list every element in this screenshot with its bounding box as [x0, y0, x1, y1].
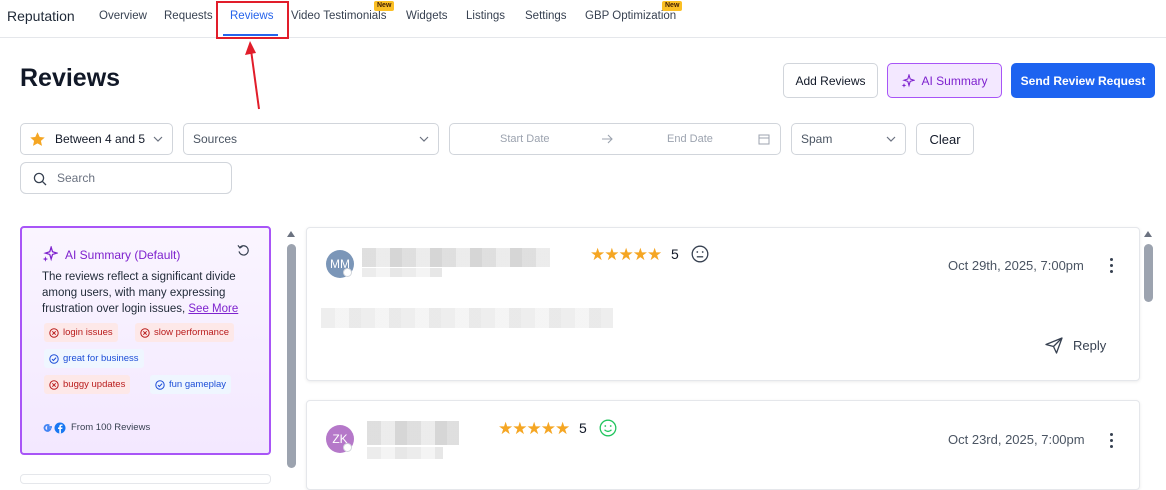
- tag-label: buggy updates: [63, 379, 126, 390]
- source-badge-icon: [343, 268, 352, 277]
- review-date: Oct 23rd, 2025, 7:00pm: [948, 432, 1085, 447]
- check-circle-icon: [155, 379, 165, 390]
- search-input[interactable]: [57, 171, 217, 185]
- tag-label: login issues: [63, 327, 113, 338]
- spam-filter-dropdown[interactable]: Spam: [791, 123, 906, 155]
- rating-value: 5: [671, 246, 679, 262]
- calendar-icon: [758, 134, 770, 145]
- tag-chip[interactable]: great for business: [44, 349, 144, 368]
- reply-button[interactable]: Reply: [1045, 337, 1106, 354]
- page-title: Reviews: [20, 64, 121, 92]
- review-card: MM ★★★★★ 5 Oct 29th, 2025, 7:00pm Reply: [306, 227, 1140, 381]
- search-box: [20, 162, 232, 194]
- ai-summary-button-label: AI Summary: [921, 73, 988, 88]
- chevron-down-icon: [153, 136, 163, 142]
- tab-widgets[interactable]: Widgets: [406, 10, 448, 22]
- reviewer-subtitle-redacted: [367, 447, 443, 459]
- tab-listings[interactable]: Listings: [466, 10, 505, 22]
- star-icon: [30, 132, 45, 146]
- tag-chip[interactable]: fun gameplay: [150, 375, 232, 394]
- clear-filters-button[interactable]: Clear: [916, 123, 974, 155]
- review-text-redacted: [321, 308, 613, 328]
- more-options-icon[interactable]: [1110, 433, 1114, 451]
- scroll-up-icon[interactable]: [286, 230, 296, 238]
- ai-summary-text: The reviews reflect a significant divide…: [42, 269, 254, 317]
- top-navigation: Reputation Overview Requests Reviews Vid…: [0, 0, 1166, 38]
- next-summary-card: [20, 474, 271, 484]
- send-icon: [1045, 337, 1063, 354]
- smile-face-icon: [599, 419, 617, 437]
- scroll-up-icon[interactable]: [1143, 230, 1153, 238]
- tag-chip[interactable]: buggy updates: [44, 375, 131, 394]
- right-scrollbar-thumb[interactable]: [1144, 244, 1153, 302]
- ai-summary-card: AI Summary (Default) The reviews reflect…: [20, 226, 271, 455]
- chevron-down-icon: [886, 136, 896, 142]
- sparkle-icon: [902, 73, 916, 88]
- sparkle-icon: [42, 246, 58, 262]
- add-reviews-button[interactable]: Add Reviews: [783, 63, 878, 98]
- neutral-face-icon: [691, 245, 709, 263]
- reviewer-name-redacted: [367, 421, 459, 445]
- x-circle-icon: [49, 379, 59, 390]
- send-review-request-button[interactable]: Send Review Request: [1011, 63, 1155, 98]
- arrow-right-icon: [602, 134, 613, 144]
- google-facebook-icon: [43, 422, 66, 434]
- chevron-down-icon: [419, 136, 429, 142]
- x-circle-icon: [49, 327, 59, 338]
- tab-overview[interactable]: Overview: [99, 10, 147, 22]
- tab-settings[interactable]: Settings: [525, 10, 567, 22]
- see-more-link[interactable]: See More: [188, 303, 238, 315]
- left-scrollbar-thumb[interactable]: [287, 244, 296, 468]
- annotation-highlight-box: [216, 1, 289, 39]
- check-circle-icon: [49, 353, 59, 364]
- end-date-placeholder: End Date: [667, 133, 713, 145]
- review-date: Oct 29th, 2025, 7:00pm: [948, 258, 1084, 273]
- more-options-icon[interactable]: [1110, 258, 1114, 276]
- tab-requests[interactable]: Requests: [164, 10, 213, 22]
- tag-label: great for business: [63, 353, 139, 364]
- search-icon: [33, 172, 47, 186]
- new-badge-video-testimonials: New: [374, 1, 395, 11]
- x-circle-icon: [140, 327, 150, 338]
- start-date-placeholder: Start Date: [500, 133, 550, 145]
- reply-button-label: Reply: [1073, 338, 1107, 353]
- spam-filter-value: Spam: [801, 132, 833, 146]
- star-rating: ★★★★★: [498, 419, 570, 438]
- ai-summary-footer: From 100 Reviews: [71, 422, 151, 433]
- source-badge-icon: [343, 443, 352, 452]
- brand-title: Reputation: [7, 8, 75, 24]
- ai-summary-button[interactable]: AI Summary: [887, 63, 1002, 98]
- tab-video-testimonials[interactable]: Video Testimonials: [291, 10, 386, 22]
- tag-label: slow performance: [154, 327, 229, 338]
- rating-filter-value: Between 4 and 5: [55, 132, 146, 146]
- annotation-arrow: [245, 41, 260, 110]
- ai-summary-card-title: AI Summary (Default): [65, 248, 181, 262]
- sources-filter-dropdown[interactable]: Sources: [183, 123, 439, 155]
- reviewer-subtitle-redacted: [362, 268, 442, 277]
- rating-value: 5: [579, 420, 587, 436]
- refresh-icon[interactable]: [237, 244, 250, 257]
- reviewer-name-redacted: [362, 248, 550, 267]
- star-rating: ★★★★★: [590, 245, 662, 264]
- tag-label: fun gameplay: [169, 379, 227, 390]
- sources-filter-placeholder: Sources: [193, 132, 238, 146]
- tag-chip[interactable]: login issues: [44, 323, 118, 342]
- tab-gbp-optimization[interactable]: GBP Optimization: [585, 10, 676, 22]
- rating-filter-dropdown[interactable]: Between 4 and 5: [20, 123, 173, 155]
- tag-chip[interactable]: slow performance: [135, 323, 234, 342]
- new-badge-gbp-optimization: New: [662, 1, 683, 11]
- date-range-picker[interactable]: Start Date End Date: [449, 123, 781, 155]
